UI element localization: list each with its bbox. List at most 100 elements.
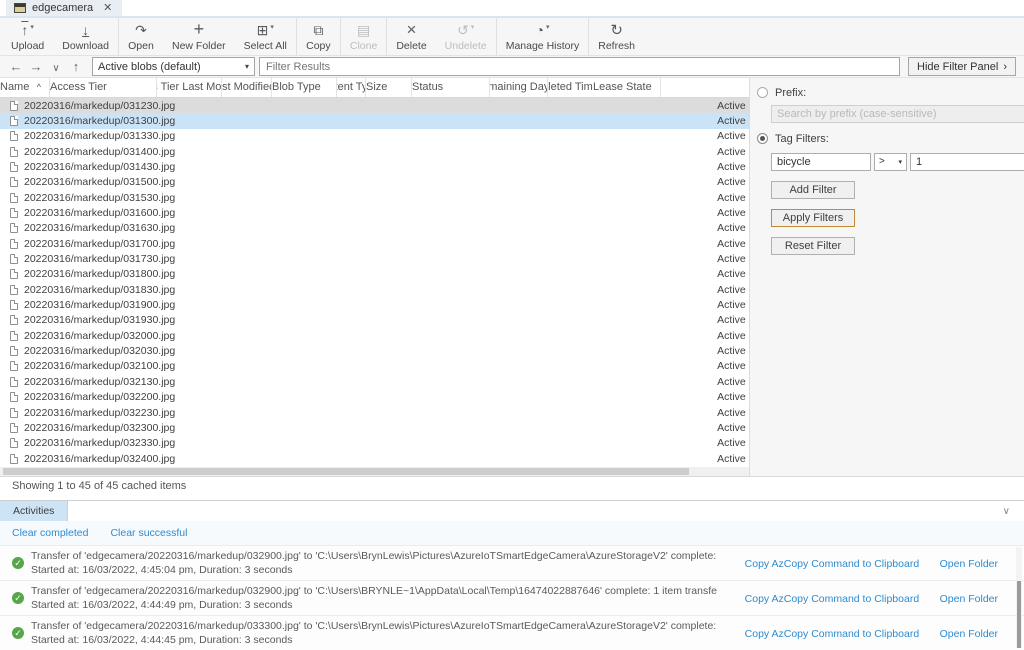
toolbar-button[interactable]: ▾ Upload	[2, 18, 53, 55]
open-folder-link[interactable]: Open Folder	[940, 558, 998, 570]
tag-key-input[interactable]	[771, 153, 871, 171]
toolbar-button[interactable]: Download	[53, 18, 119, 55]
table-row[interactable]: 20220316/markedup/031800.jpg Active	[0, 267, 749, 282]
toolbar-button-label: Select All	[244, 40, 287, 52]
table-row[interactable]: 20220316/markedup/032300.jpg Active	[0, 420, 749, 435]
column-header[interactable]: Name ^	[0, 78, 50, 97]
activities-scrollbar-thumb[interactable]	[1017, 581, 1021, 648]
toolbar-button[interactable]: Copy	[297, 18, 341, 55]
tab-activities[interactable]: Activities	[0, 501, 68, 521]
status-bar: Showing 1 to 45 of 45 cached items	[0, 476, 1024, 494]
column-header[interactable]: Last Modified	[222, 78, 272, 97]
up-level-icon[interactable]	[68, 59, 84, 74]
table-row[interactable]: 20220316/markedup/031830.jpg Active	[0, 282, 749, 297]
copy-azcopy-link[interactable]: Copy AzCopy Command to Clipboard	[745, 593, 920, 605]
toolbar-button[interactable]: New Folder	[163, 18, 235, 55]
table-row[interactable]: 20220316/markedup/031600.jpg Active	[0, 205, 749, 220]
toolbar-button[interactable]: ▾ Undelete	[436, 18, 497, 55]
tab-close-icon[interactable]: ✕	[103, 1, 112, 14]
prefix-label: Prefix:	[775, 87, 806, 99]
table-row[interactable]: 20220316/markedup/032400.jpg Active	[0, 451, 749, 466]
table-row[interactable]: 20220316/markedup/031330.jpg Active	[0, 129, 749, 144]
success-check-icon: ✓	[12, 592, 24, 604]
activity-description: Transfer of 'edgecamera/20220316/markedu…	[31, 550, 717, 562]
chevron-down-icon: ▾	[245, 62, 249, 71]
open-folder-link[interactable]: Open Folder	[940, 628, 998, 640]
add-filter-button[interactable]: Add Filter	[771, 181, 855, 199]
dropdown-caret-icon: ▾	[30, 20, 34, 35]
apply-filters-button[interactable]: Apply Filters	[771, 209, 855, 227]
table-row[interactable]: 20220316/markedup/031930.jpg Active	[0, 313, 749, 328]
toolbar-button-icon	[135, 23, 147, 38]
clear-successful-link[interactable]: Clear successful	[110, 527, 187, 539]
clear-completed-link[interactable]: Clear completed	[12, 527, 88, 539]
tag-filters-radio[interactable]	[757, 133, 768, 144]
column-header[interactable]: Size	[366, 78, 412, 97]
activities-panel: Activities ∨ Clear completed Clear succe…	[0, 500, 1024, 650]
table-row[interactable]: 20220316/markedup/031530.jpg Active	[0, 190, 749, 205]
prefix-search-input[interactable]	[771, 105, 1024, 123]
blob-status: Active	[710, 253, 749, 265]
table-row[interactable]: 20220316/markedup/031630.jpg Active	[0, 221, 749, 236]
table-row[interactable]: 20220316/markedup/031400.jpg Active	[0, 144, 749, 159]
table-row[interactable]: 20220316/markedup/031430.jpg Active	[0, 159, 749, 174]
table-row[interactable]: 20220316/markedup/032100.jpg Active	[0, 359, 749, 374]
toolbar-button-label: Undelete	[445, 40, 487, 52]
toolbar-button[interactable]: Refresh	[589, 18, 644, 55]
column-header[interactable]: Blob Type	[272, 78, 337, 97]
tab-edgecamera[interactable]: edgecamera ✕	[6, 0, 122, 16]
table-row[interactable]: 20220316/markedup/032200.jpg Active	[0, 389, 749, 404]
table-row[interactable]: 20220316/markedup/032030.jpg Active	[0, 343, 749, 358]
blob-view-dropdown[interactable]: Active blobs (default) ▾	[92, 57, 255, 76]
column-header[interactable]: Access Tier	[50, 78, 157, 97]
filter-results-input[interactable]	[259, 57, 900, 76]
table-row[interactable]: 20220316/markedup/032130.jpg Active	[0, 374, 749, 389]
blob-status: Active	[710, 453, 749, 465]
toolbar-button[interactable]: Open	[119, 18, 163, 55]
table-row[interactable]: 20220316/markedup/031230.jpg Active	[0, 98, 749, 113]
column-header[interactable]: Status	[412, 78, 490, 97]
blob-status: Active	[710, 115, 749, 127]
blob-name: 20220316/markedup/031500.jpg	[24, 176, 175, 188]
column-header[interactable]: Deleted Time	[548, 78, 593, 97]
open-folder-link[interactable]: Open Folder	[940, 593, 998, 605]
table-row[interactable]: 20220316/markedup/031300.jpg Active	[0, 113, 749, 128]
column-header[interactable]: Lease State	[593, 78, 661, 97]
blob-name: 20220316/markedup/031630.jpg	[24, 222, 175, 234]
activities-scrollbar[interactable]	[1016, 547, 1022, 648]
chevron-down-icon[interactable]	[48, 59, 64, 74]
back-icon[interactable]	[8, 59, 24, 74]
toolbar-button[interactable]: ▾ Select All	[235, 18, 297, 55]
horizontal-scrollbar-thumb[interactable]	[3, 468, 689, 475]
tag-operator-dropdown[interactable]: > ▾	[874, 153, 907, 171]
table-row[interactable]: 20220316/markedup/031500.jpg Active	[0, 175, 749, 190]
table-row[interactable]: 20220316/markedup/032000.jpg Active	[0, 328, 749, 343]
table-row[interactable]: 20220316/markedup/031900.jpg Active	[0, 297, 749, 312]
horizontal-scrollbar[interactable]	[0, 467, 749, 476]
blob-name: 20220316/markedup/032000.jpg	[24, 330, 175, 342]
activity-timing: Started at: 16/03/2022, 4:45:04 pm, Dura…	[31, 564, 717, 576]
file-icon	[10, 454, 18, 464]
column-header[interactable]: Access Tier Last Modified	[157, 78, 222, 97]
hide-filter-panel-button[interactable]: Hide Filter Panel ›	[908, 57, 1016, 76]
column-header[interactable]: Content Type	[337, 78, 366, 97]
file-icon	[10, 147, 18, 157]
table-row[interactable]: 20220316/markedup/032230.jpg Active	[0, 405, 749, 420]
toolbar-button[interactable]: ▾ Manage History	[497, 18, 590, 55]
column-header[interactable]: Remaining Days	[490, 78, 548, 97]
table-row[interactable]: 20220316/markedup/031700.jpg Active	[0, 236, 749, 251]
toolbar-button[interactable]: Clone	[341, 18, 387, 55]
copy-azcopy-link[interactable]: Copy AzCopy Command to Clipboard	[745, 628, 920, 640]
tag-value-input[interactable]	[910, 153, 1024, 171]
reset-filter-button[interactable]: Reset Filter	[771, 237, 855, 255]
toolbar-button[interactable]: Delete	[387, 18, 435, 55]
prefix-radio[interactable]	[757, 87, 768, 98]
activity-entry: ✓ Transfer of 'edgecamera/20220316/marke…	[0, 615, 1024, 650]
toolbar-button-label: Download	[62, 40, 109, 52]
copy-azcopy-link[interactable]: Copy AzCopy Command to Clipboard	[745, 558, 920, 570]
forward-icon[interactable]	[28, 59, 44, 74]
blob-container-icon	[14, 3, 26, 13]
table-row[interactable]: 20220316/markedup/031730.jpg Active	[0, 251, 749, 266]
table-row[interactable]: 20220316/markedup/032330.jpg Active	[0, 436, 749, 451]
collapse-panel-icon[interactable]: ∨	[1003, 506, 1010, 517]
